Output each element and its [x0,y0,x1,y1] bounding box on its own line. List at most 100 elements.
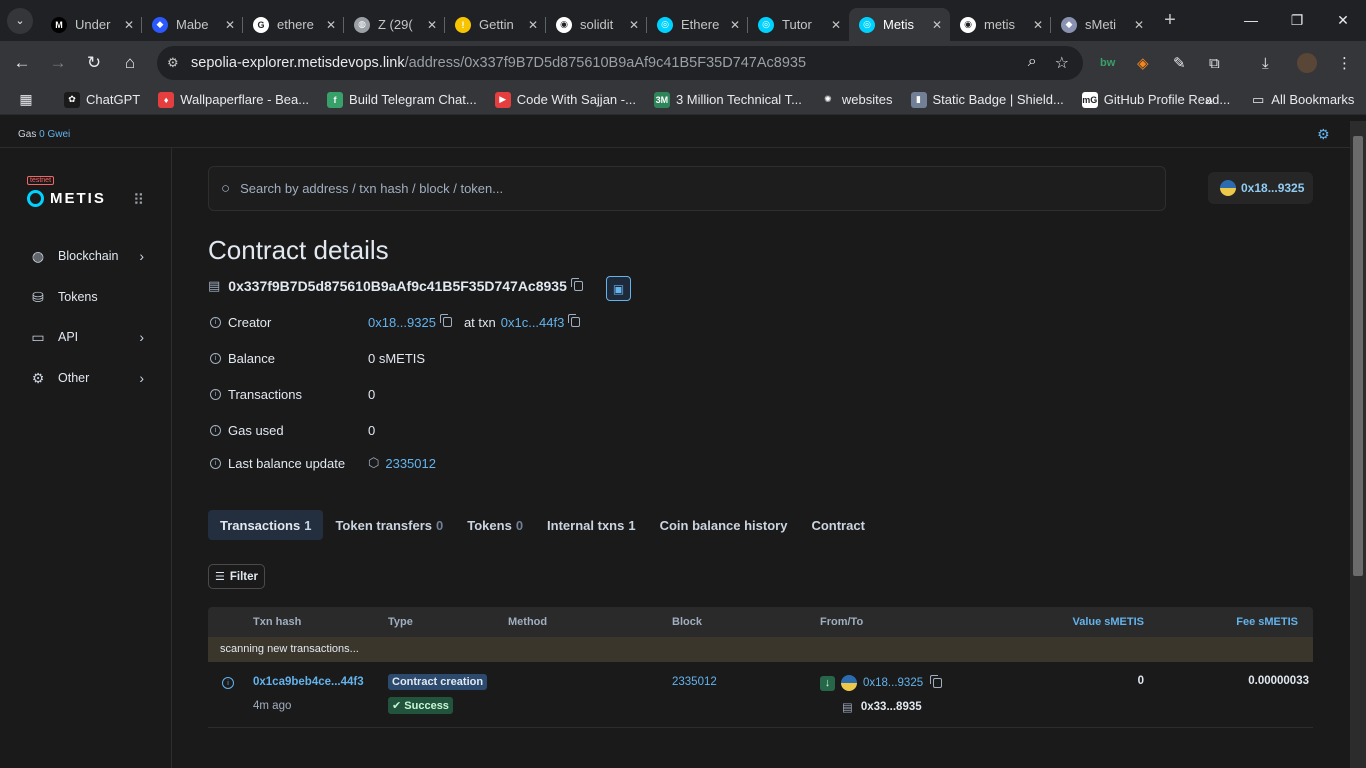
download-icon[interactable]: ⤓ [1262,41,1269,85]
col-fee[interactable]: Fee sMETIS [1236,616,1298,628]
bookmark-item[interactable]: 3M 3 Million Technical T... [653,91,802,108]
reload-icon[interactable]: ↻ [76,53,112,73]
browser-tab[interactable]: ◆ sMeti ✕ [1051,8,1152,41]
tab-close-icon[interactable]: ✕ [427,18,437,32]
bookmark-item[interactable]: ♦ Wallpaperflare - Bea... [158,91,309,108]
restore-icon[interactable]: ❐ [1274,0,1320,41]
tab-close-icon[interactable]: ✕ [1033,18,1043,32]
tab-close-icon[interactable]: ✕ [225,18,235,32]
tab-internal-txns[interactable]: Internal txns 1 [535,510,648,540]
tab-close-icon[interactable]: ✕ [831,18,841,32]
browser-tab[interactable]: ◎ Tutor ✕ [748,8,849,41]
sidebar-item-blockchain[interactable]: ◍ Blockchain › [30,244,150,268]
tab-close-icon[interactable]: ✕ [629,18,639,32]
copy-icon[interactable] [570,278,583,291]
info-icon[interactable]: i [210,352,221,364]
qr-code-button[interactable]: ▣ [606,276,631,301]
settings-gear-icon[interactable]: ⚙ [1317,126,1330,143]
all-bookmarks-folder[interactable]: ▭ All Bookmarks [1252,92,1354,108]
tab-count: 0 [515,517,524,533]
info-icon[interactable]: i [210,316,221,328]
copy-icon[interactable] [568,314,581,327]
browser-tab[interactable]: M Under ✕ [41,8,142,41]
tab-token-transfers[interactable]: Token transfers 0 [323,510,455,540]
row-info-icon[interactable]: i [222,677,234,689]
bookmark-star-icon[interactable]: ☆ [1055,53,1069,73]
last-update-block-link[interactable]: 2335012 [385,456,436,471]
block-link[interactable]: 2335012 [672,676,717,688]
tab-coin-balance-history[interactable]: Coin balance history [648,510,800,540]
tab-label: Contract [811,517,865,533]
browser-tab[interactable]: ◎ Ethere ✕ [647,8,748,41]
search-input[interactable]: ○ Search by address / txn hash / block /… [208,166,1166,211]
tab-count: 0 [436,517,444,533]
info-icon[interactable]: i [210,388,221,400]
bookmark-item[interactable]: ✿ ChatGPT [64,91,140,108]
tab-close-icon[interactable]: ✕ [528,18,538,32]
from-address-link[interactable]: 0x18...9325 [863,677,923,689]
col-value[interactable]: Value sMETIS [1072,616,1144,628]
site-info-icon[interactable]: ⚙ [167,55,191,71]
tab-contract[interactable]: Contract [799,510,876,540]
bookmark-item[interactable]: ▮ Static Badge | Shield... [910,91,1064,108]
sidebar-item-tokens[interactable]: ⛁ Tokens [30,285,150,309]
bookmarks-overflow-icon[interactable]: » [1205,92,1213,108]
sidebar-item-label: Tokens [58,290,98,304]
forward-icon[interactable]: → [40,53,76,73]
close-window-icon[interactable]: ✕ [1320,0,1366,41]
creator-address-link[interactable]: 0x18...9325 [368,315,436,330]
tab-close-icon[interactable]: ✕ [1134,18,1144,32]
sidebar-item-other[interactable]: ⚙ Other › [30,366,150,390]
profile-avatar[interactable] [1297,41,1317,85]
balance-value: 0 sMETIS [368,350,426,366]
bookmark-item[interactable]: f Build Telegram Chat... [327,91,477,108]
home-icon[interactable]: ⌂ [112,53,148,73]
browser-tab[interactable]: ◎ Metis ✕ [849,8,950,41]
account-button[interactable]: 0x18...9325 [1208,172,1313,204]
page-scrollbar[interactable] [1350,121,1366,768]
copy-icon[interactable] [439,314,452,327]
detail-creator: i Creator 0x18...9325 at txn 0x1c...44f3 [208,312,908,332]
tab-close-icon[interactable]: ✕ [932,18,942,32]
metamask-extension-icon[interactable]: ◈ [1137,41,1149,85]
apps-grid-icon[interactable]: ⠿ [133,191,144,209]
copy-icon[interactable] [930,675,943,688]
apps-grid-icon[interactable]: ▦ [0,91,52,108]
back-icon[interactable]: ← [4,53,40,73]
browser-tab[interactable]: Gethere ✕ [243,8,344,41]
tab-close-icon[interactable]: ✕ [124,18,134,32]
browser-menu-icon[interactable]: ⋮ [1337,41,1352,85]
browser-tab[interactable]: ◉ solidit ✕ [546,8,647,41]
tab-close-icon[interactable]: ✕ [730,18,740,32]
tab-close-icon[interactable]: ✕ [326,18,336,32]
info-icon[interactable]: i [210,424,221,436]
extensions-puzzle-icon[interactable]: ⧉ [1209,41,1220,85]
bookmark-item[interactable]: ▶ Code With Sajjan -... [494,91,636,108]
txn-hash-link[interactable]: 0x1ca9beb4ce...44f3 [253,676,364,688]
filter-button[interactable]: ☰ Filter [208,564,265,589]
bookmark-item[interactable]: ✺ websites [819,91,893,108]
browser-tab[interactable]: ◆ Mabe ✕ [142,8,243,41]
browser-tab[interactable]: ◍ Z (29(✕ [344,8,445,41]
bw-extension-icon[interactable]: bw [1100,41,1115,85]
minimize-icon[interactable]: — [1228,0,1274,41]
info-icon[interactable]: i [210,457,221,469]
type-badge: Contract creation [388,674,488,690]
browser-tab[interactable]: ! Gettin ✕ [445,8,546,41]
sidebar-item-api[interactable]: ▭ API › [30,325,150,349]
tab-transactions[interactable]: Transactions 1 [208,510,324,540]
browser-tab[interactable]: ◉ metis ✕ [950,8,1051,41]
new-tab-button[interactable]: + [1156,9,1184,32]
scrollbar-thumb[interactable] [1353,136,1363,576]
sidebar-item-label: Other [58,371,90,385]
to-contract-address[interactable]: 0x33...8935 [861,701,922,713]
gas-value[interactable]: 0 Gwei [39,129,70,140]
creator-txn-link[interactable]: 0x1c...44f3 [501,315,565,330]
bookmark-favicon-icon: ✺ [819,91,836,108]
zoom-search-icon[interactable]: ⌕ [1028,53,1037,73]
tab-tokens[interactable]: Tokens 0 [455,510,535,540]
tab-search-button[interactable]: ⌄ [7,7,33,34]
url-path: /address/0x337f9B7D5d875610B9aAf9c41B5F3… [404,55,807,71]
address-bar[interactable]: ⚙ sepolia-explorer.metisdevops.link/addr… [157,46,1083,80]
eyedropper-extension-icon[interactable]: ✎ [1173,41,1186,85]
